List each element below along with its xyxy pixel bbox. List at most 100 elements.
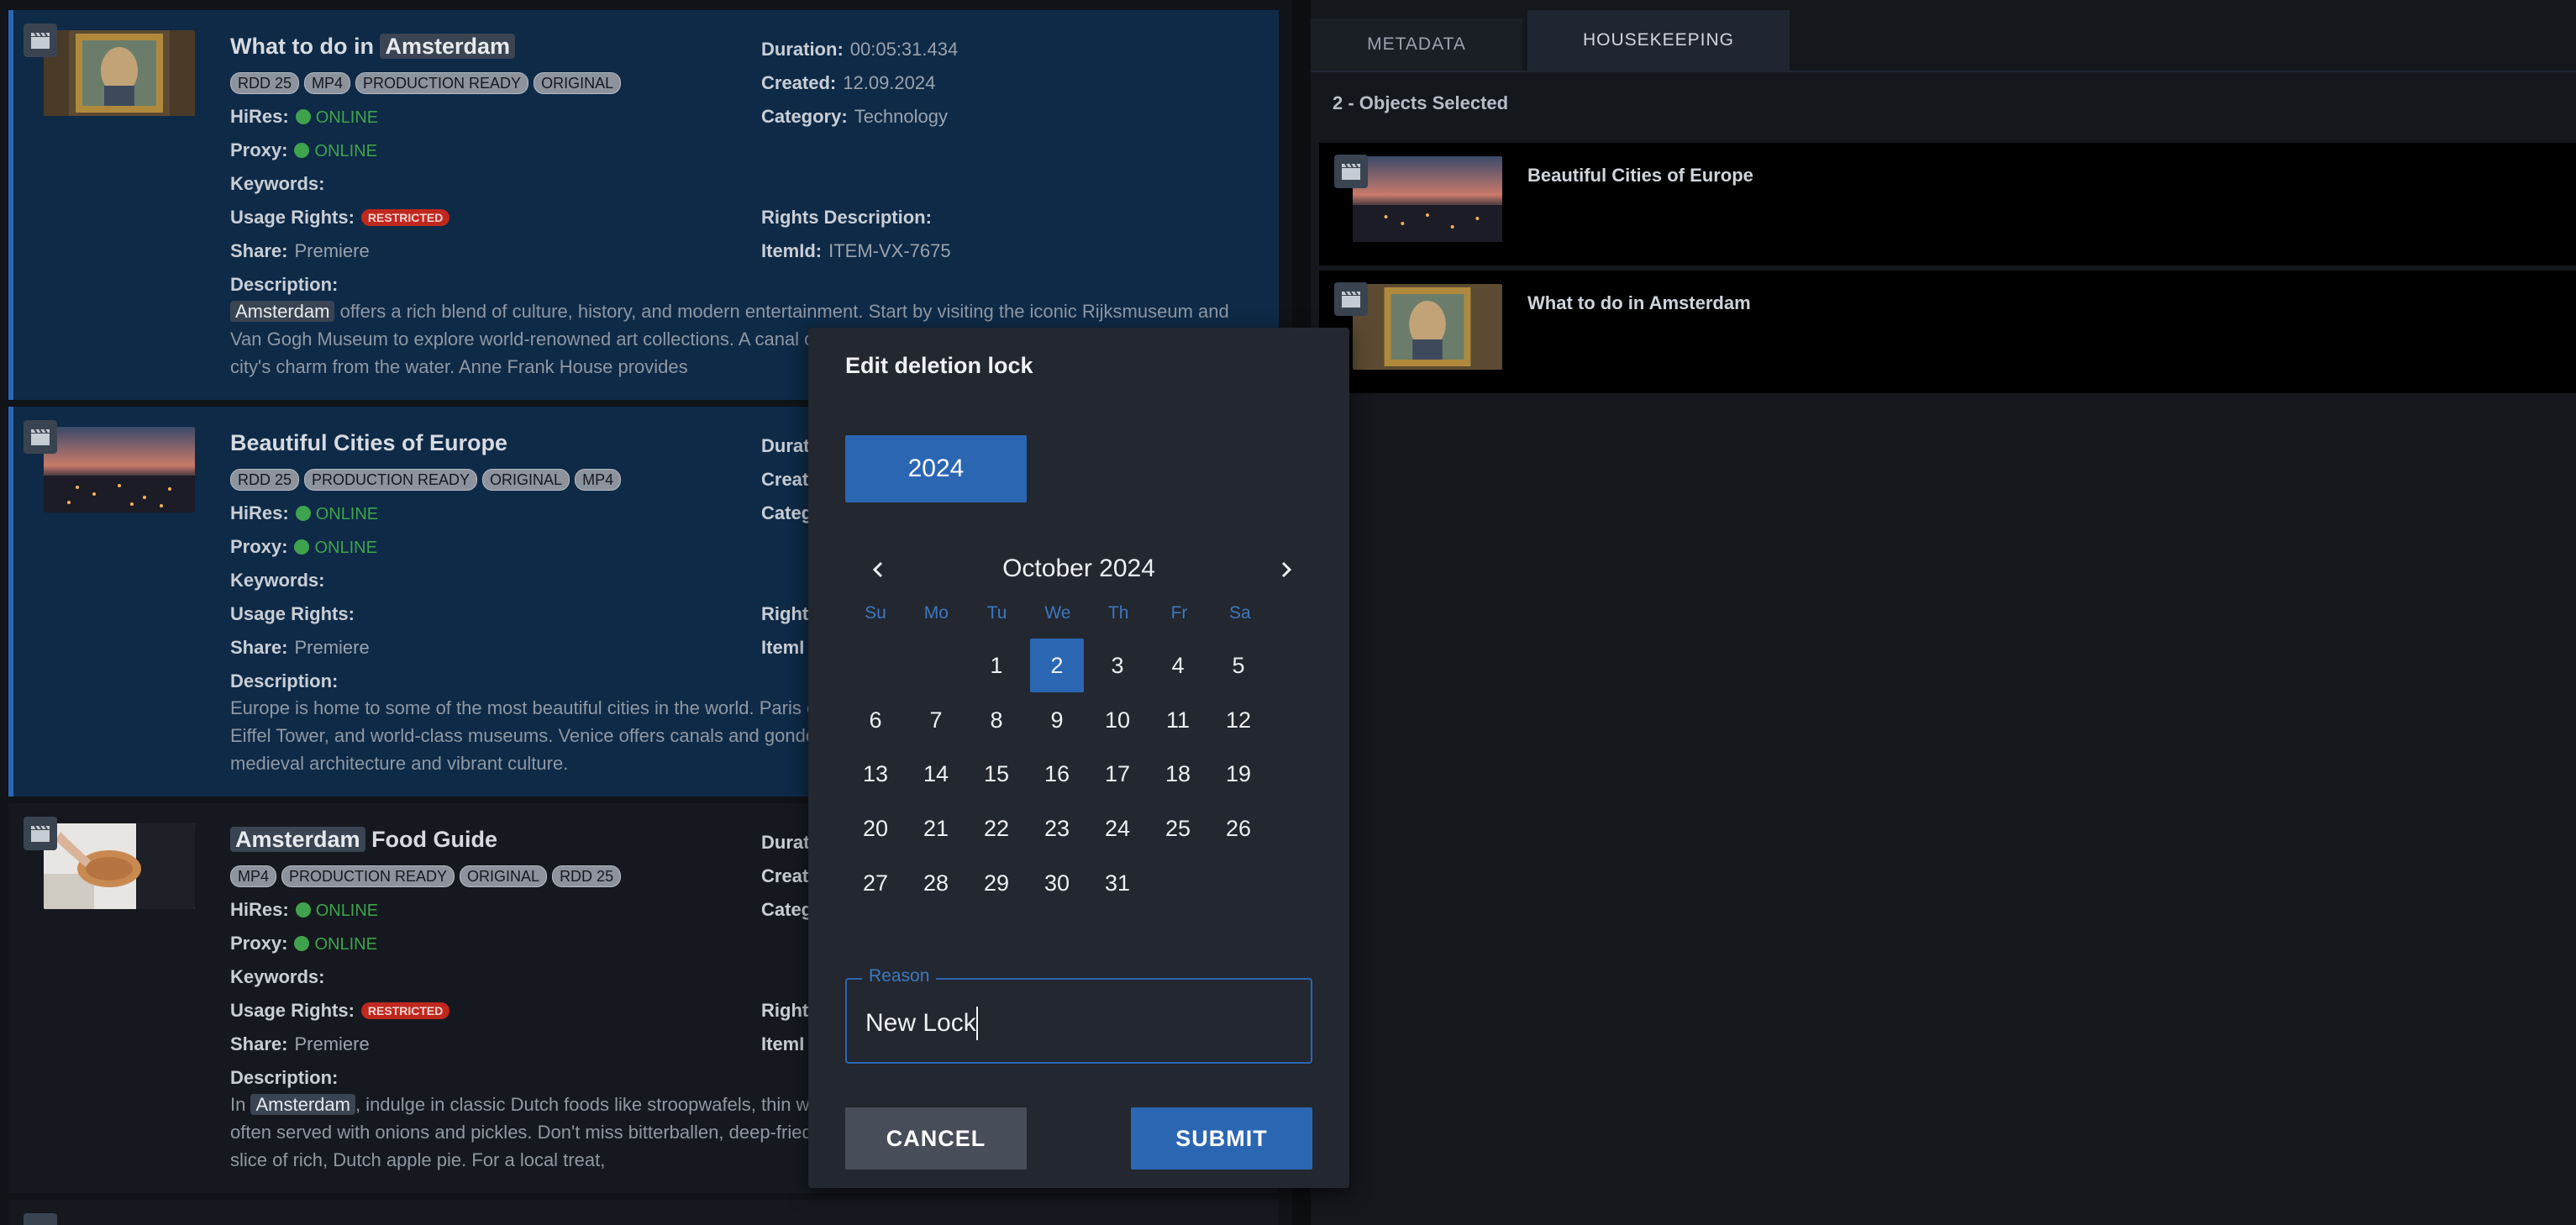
clapperboard-icon [24,24,57,57]
calendar-day-label: 25 [1164,816,1191,842]
text-caret [976,1007,978,1040]
itemid-field: ItemI [761,1033,805,1054]
calendar-day[interactable]: 1 [966,639,1027,693]
reason-field[interactable]: Reason [845,966,1312,1064]
reason-input[interactable] [865,1005,1285,1042]
weekday-label: We [1044,603,1071,623]
calendar-day-label: 23 [1044,816,1070,842]
calendar-day[interactable]: 28 [906,856,966,911]
thumbnail[interactable] [44,30,195,116]
calendar-day[interactable]: 12 [1208,693,1269,748]
calendar-day[interactable]: 27 [845,856,906,911]
calendar-week: 13 14 15 16 17 18 19 [845,748,1312,802]
thumbnail [1353,156,1502,242]
calendar-day[interactable]: 23 [1027,802,1087,856]
calendar-day[interactable]: 5 [1208,639,1269,693]
tag: RDD 25 [230,469,300,491]
status-dot [295,506,311,521]
calendar-day-label: 21 [923,816,949,842]
tag: MP4 [230,865,277,887]
calendar-day[interactable]: 11 [1148,693,1208,748]
tag: ORIGINAL [534,72,622,94]
calendar-empty-cell [1208,856,1269,911]
calendar-day[interactable]: 7 [906,693,966,748]
clapperboard-icon [24,420,57,454]
calendar-day[interactable]: 16 [1027,748,1087,802]
calendar-day-label: 17 [1104,761,1131,787]
item-title[interactable]: What to do in Amsterdam [230,34,516,60]
calendar-day[interactable]: 24 [1087,802,1148,856]
calendar-day[interactable]: 17 [1087,748,1148,802]
calendar-day[interactable]: 3 [1087,639,1148,693]
calendar-day-label: 13 [862,761,889,787]
dialog-title: Edit deletion lock [845,353,1033,378]
calendar-day[interactable]: 22 [966,802,1027,856]
restricted-badge: RESTRICTED [360,209,450,226]
calendar-day-label: 20 [862,816,889,842]
selected-object-title: Beautiful Cities of Europe [1527,165,1753,186]
calendar-day[interactable]: 26 [1208,802,1269,856]
chevron-right-icon[interactable] [1269,553,1302,586]
deletion-lock-dialog: Edit deletion lock 2024 October 2024 Su … [808,328,1349,1188]
keywords-field: Keywords: [230,570,325,591]
tag: RDD 25 [230,72,300,94]
year-button[interactable]: 2024 [845,435,1027,502]
calendar-day-label: 3 [1111,652,1124,678]
calendar-day[interactable]: 14 [906,748,966,802]
selected-object[interactable]: Beautiful Cities of Europe [1319,143,2576,266]
item-title[interactable]: Beautiful Cities of Europe [230,430,507,456]
calendar-day[interactable]: 19 [1208,748,1269,802]
calendar-day[interactable]: 29 [966,856,1027,911]
tag: RDD 25 [552,865,622,887]
calendar-day[interactable]: 21 [906,802,966,856]
thumbnail [1353,284,1502,370]
cancel-button[interactable]: CANCEL [845,1107,1027,1170]
share-field: Share: Premiere [230,240,370,261]
calendar-day-label: 24 [1104,816,1131,842]
calendar-day-label: 22 [983,816,1010,842]
calendar-day-label: 5 [1232,652,1245,678]
hires-field: HiRes: ONLINE [230,502,379,523]
calendar-grid: 1 2 3 4 5 6 7 8 9 10 11 12 13 14 15 16 17 18 19 20 21 22 23 24 2… [845,639,1312,911]
created-field: Creat [761,469,809,490]
chevron-left-icon[interactable] [862,553,896,586]
selected-object[interactable]: What to do in Amsterdam [1319,271,2576,393]
calendar-day[interactable]: 8 [966,693,1027,748]
calendar-day-label: 14 [923,761,949,787]
calendar-day-label: 27 [862,870,889,896]
keywords-field: Keywords: [230,966,325,987]
calendar-week: 27 28 29 30 31 [845,856,1312,911]
thumbnail[interactable] [44,427,195,513]
status-dot [294,539,310,555]
calendar-day-label: 26 [1225,816,1252,842]
weekday-label: Sa [1228,603,1251,623]
calendar-day-label: 4 [1171,652,1185,678]
calendar-empty-cell [845,639,906,693]
status-dot [295,902,311,917]
thumbnail[interactable] [44,823,195,909]
weekday-label: Th [1107,603,1129,623]
calendar-day[interactable]: 15 [966,748,1027,802]
tab-metadata[interactable]: METADATA [1311,18,1522,71]
calendar-day-label: 11 [1165,707,1191,733]
rights-description-field: Rights Description: [761,207,932,228]
calendar-day[interactable]: 4 [1148,639,1208,693]
calendar-day[interactable]: 20 [845,802,906,856]
calendar-day-label: 6 [869,707,882,733]
calendar-day[interactable]: 30 [1027,856,1087,911]
tab-housekeeping[interactable]: HOUSEKEEPING [1527,10,1790,71]
calendar-day[interactable]: 9 [1027,693,1087,748]
calendar-day[interactable]: 31 [1087,856,1148,911]
calendar-day[interactable]: 10 [1087,693,1148,748]
tag: MP4 [304,72,351,94]
calendar-day[interactable]: 13 [845,748,906,802]
result-item[interactable] [8,1200,1279,1225]
calendar-day-selected[interactable]: 2 [1027,639,1087,693]
calendar-day-label: 8 [990,707,1003,733]
calendar-day[interactable]: 25 [1148,802,1208,856]
submit-button[interactable]: SUBMIT [1131,1107,1312,1170]
calendar-day[interactable]: 6 [845,693,906,748]
description-label: Description: [230,274,339,295]
item-title[interactable]: Amsterdam Food Guide [230,827,497,853]
calendar-day[interactable]: 18 [1148,748,1208,802]
